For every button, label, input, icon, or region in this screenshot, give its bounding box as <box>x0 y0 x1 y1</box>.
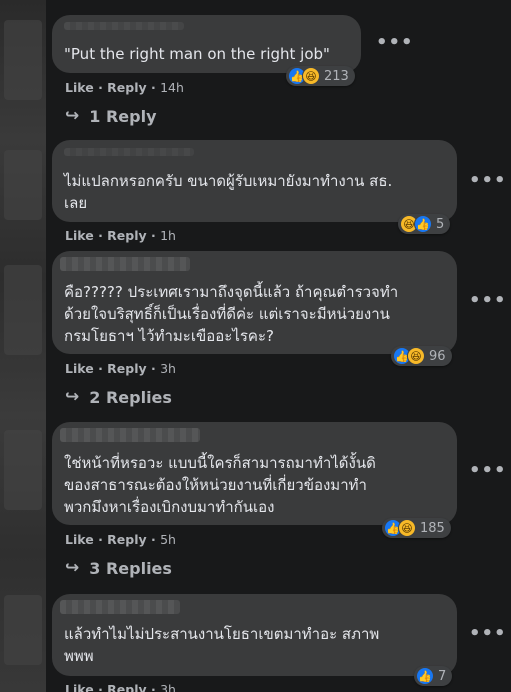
reaction-summary[interactable]: 👍 😆 96 <box>391 346 452 366</box>
avatar[interactable] <box>4 20 42 100</box>
more-dots-icon[interactable]: ••• <box>469 623 507 644</box>
replies-label: 3 Replies <box>89 558 172 578</box>
comment-actions: Like · Reply · 14h <box>65 80 184 95</box>
avatar[interactable] <box>4 150 42 220</box>
reaction-count: 185 <box>420 520 445 536</box>
avatar[interactable] <box>4 265 42 355</box>
more-dots-icon[interactable]: ••• <box>376 32 414 53</box>
comment-actions: Like · Reply · 3h <box>65 682 176 692</box>
commenter-name[interactable] <box>64 148 194 156</box>
like-link[interactable]: Like <box>65 361 94 376</box>
view-replies-button[interactable]: ↪ 2 Replies <box>65 387 172 407</box>
view-replies-button[interactable]: ↪ 3 Replies <box>65 558 172 578</box>
like-link[interactable]: Like <box>65 228 94 243</box>
like-link[interactable]: Like <box>65 532 94 547</box>
like-link[interactable]: Like <box>65 80 94 95</box>
comment-text: คือ????? ประเทศเรามาถึงจุดนี้แล้ว ถ้าคุณ… <box>64 283 399 301</box>
reply-arrow-icon: ↪ <box>65 387 80 407</box>
replies-label: 1 Reply <box>89 106 157 126</box>
haha-reaction-icon: 😆 <box>302 67 320 85</box>
comment-actions: Like · Reply · 1h <box>65 228 176 243</box>
timestamp[interactable]: 3h <box>160 361 176 376</box>
commenter-name[interactable] <box>60 600 180 614</box>
timestamp[interactable]: 1h <box>160 228 176 243</box>
comment-text: "Put the right man on the right job" <box>64 45 330 63</box>
like-reaction-icon: 👍 <box>414 215 432 233</box>
haha-reaction-icon: 😆 <box>398 519 416 537</box>
reply-link[interactable]: Reply <box>107 80 146 95</box>
timestamp[interactable]: 5h <box>160 532 176 547</box>
reaction-count: 213 <box>324 68 349 84</box>
reaction-summary[interactable]: 👍 7 <box>414 666 453 686</box>
comment-actions: Like · Reply · 3h <box>65 361 176 376</box>
avatar[interactable] <box>4 595 42 665</box>
more-dots-icon[interactable]: ••• <box>469 290 507 311</box>
more-dots-icon[interactable]: ••• <box>469 170 507 191</box>
haha-reaction-icon: 😆 <box>407 347 425 365</box>
replies-label: 2 Replies <box>89 387 172 407</box>
comment-text: เลย <box>64 194 88 212</box>
reaction-count: 5 <box>436 216 445 232</box>
comment-text: ใช่หน้าที่หรอวะ แบบนี้ใครก็สามารถมาทำได้… <box>64 454 376 472</box>
timestamp[interactable]: 14h <box>160 80 184 95</box>
comment-text: แล้วทำไมไม่ประสานงานโยธาเขตมาทำอะ สภาพ <box>64 625 380 643</box>
reaction-count: 96 <box>429 348 446 364</box>
reply-link[interactable]: Reply <box>107 682 146 692</box>
reply-arrow-icon: ↪ <box>65 558 80 578</box>
more-dots-icon[interactable]: ••• <box>469 460 507 481</box>
reaction-count: 7 <box>438 668 447 684</box>
commenter-name[interactable] <box>60 428 200 442</box>
comment-text: ไม่แปลกหรอกครับ ขนาดผู้รับเหมายังมาทำงาน… <box>64 172 393 190</box>
commenter-name[interactable] <box>64 22 184 30</box>
comment-text: ด้วยใจบริสุทธิ์ก็เป็นเรื่องที่ดีค่ะ แต่เ… <box>64 305 390 323</box>
comment-text: ของสาธารณะต้องให้หน่วยงานที่เกี่ยวข้องมา… <box>64 476 367 494</box>
avatar[interactable] <box>4 430 42 510</box>
reaction-summary[interactable]: 👍 😆 185 <box>382 518 451 538</box>
comment-text: พพพ <box>64 647 94 665</box>
commenter-name[interactable] <box>60 257 190 271</box>
reaction-summary[interactable]: 😆 👍 5 <box>398 214 451 234</box>
like-link[interactable]: Like <box>65 682 94 692</box>
timestamp[interactable]: 3h <box>160 682 176 692</box>
comment-actions: Like · Reply · 5h <box>65 532 176 547</box>
like-reaction-icon: 👍 <box>416 667 434 685</box>
reply-link[interactable]: Reply <box>107 361 146 376</box>
avatar-column <box>0 0 46 692</box>
reply-arrow-icon: ↪ <box>65 106 80 126</box>
reaction-summary[interactable]: 👍 😆 213 <box>286 66 355 86</box>
comment-text: กรมโยธาฯ ไว้ทำมะเขืออะไรคะ? <box>64 327 274 345</box>
reply-link[interactable]: Reply <box>107 228 146 243</box>
view-replies-button[interactable]: ↪ 1 Reply <box>65 106 157 126</box>
comment-text: พวกมึงหาเรื่องเบิกงบมาทำกันเอง <box>64 498 275 516</box>
reply-link[interactable]: Reply <box>107 532 146 547</box>
